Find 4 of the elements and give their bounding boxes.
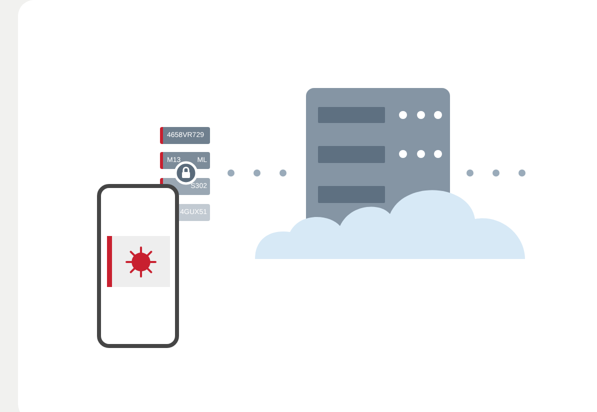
lock-icon — [174, 161, 198, 185]
dotted-connector — [466, 169, 526, 177]
dotted-connector — [227, 169, 287, 177]
virus-icon — [124, 244, 158, 278]
